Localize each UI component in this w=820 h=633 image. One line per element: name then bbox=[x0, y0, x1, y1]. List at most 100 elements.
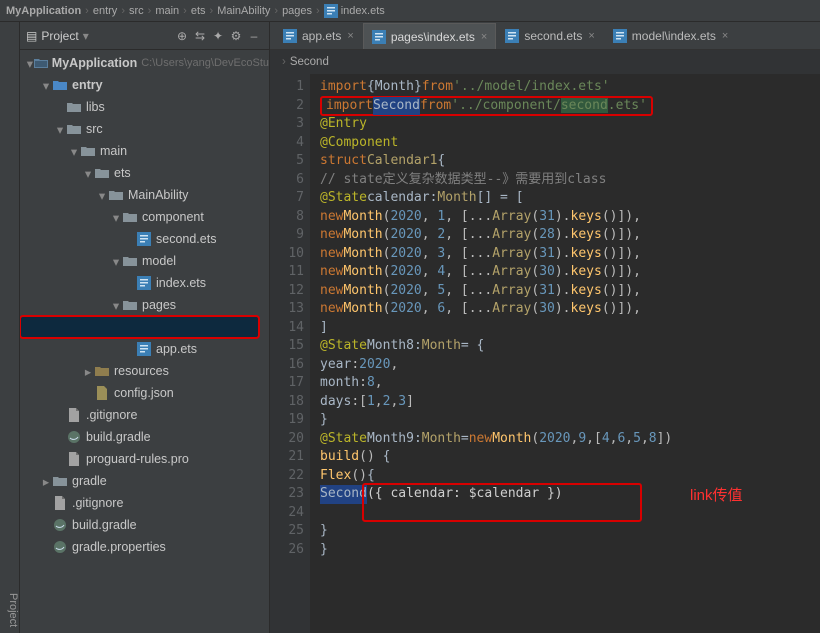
tree-item[interactable]: ▾model bbox=[20, 250, 269, 272]
code-line[interactable]: // state定义复杂数据类型--》需要用到class bbox=[320, 171, 820, 190]
code-line[interactable]: } bbox=[320, 522, 820, 541]
code-line[interactable]: } bbox=[320, 411, 820, 430]
code-line[interactable]: new Month(2020, 6, [...Array(30).keys()]… bbox=[320, 300, 820, 319]
editor-tab[interactable]: pages\index.ets× bbox=[363, 23, 497, 49]
tree-arrow-icon[interactable]: ▾ bbox=[110, 210, 122, 225]
code-line[interactable]: import Second from '../component/second.… bbox=[320, 97, 820, 116]
code-line[interactable]: } bbox=[320, 541, 820, 560]
project-tree[interactable]: ▾MyApplicationC:\Users\yang\DevEcoStu▾en… bbox=[20, 50, 269, 633]
tree-arrow-icon[interactable]: ▸ bbox=[40, 474, 52, 489]
ets-file-icon bbox=[613, 29, 627, 43]
tree-item[interactable]: ▾entry bbox=[20, 74, 269, 96]
code-line[interactable]: month:8, bbox=[320, 374, 820, 393]
breadcrumb-file[interactable]: index.ets bbox=[341, 5, 385, 17]
code-line[interactable]: @State Month9:Month = new Month(2020,9,[… bbox=[320, 430, 820, 449]
code-line[interactable]: days:[1,2,3] bbox=[320, 393, 820, 412]
tree-item[interactable]: ▸resources bbox=[20, 360, 269, 382]
tree-item[interactable]: ▸ gradle bbox=[20, 470, 269, 492]
folder-icon bbox=[122, 255, 138, 267]
tree-arrow-icon[interactable]: ▾ bbox=[54, 122, 66, 137]
show-options-button[interactable]: ✦ bbox=[209, 27, 227, 45]
ets-icon bbox=[136, 276, 152, 290]
hide-button[interactable]: – bbox=[245, 27, 263, 45]
code-content[interactable]: import {Month} from '../model/index.ets'… bbox=[310, 74, 820, 633]
project-icon bbox=[34, 57, 48, 69]
module-icon bbox=[52, 79, 68, 91]
breadcrumb-segment[interactable]: MainAbility bbox=[217, 5, 270, 17]
tree-item[interactable]: build.gradle bbox=[20, 514, 269, 536]
tree-item[interactable]: proguard-rules.pro bbox=[20, 448, 269, 470]
res-icon bbox=[94, 365, 110, 377]
tree-item[interactable]: gradle.properties bbox=[20, 536, 269, 558]
editor-tab[interactable]: second.ets× bbox=[496, 23, 603, 49]
code-line[interactable]: @State Month8:Month = { bbox=[320, 337, 820, 356]
line-number: 9 bbox=[270, 226, 304, 245]
tree-arrow-icon[interactable]: ▾ bbox=[110, 298, 122, 313]
ets-file-icon bbox=[283, 29, 297, 43]
editor-tab[interactable]: model\index.ets× bbox=[604, 23, 737, 49]
code-line[interactable]: new Month(2020, 3, [...Array(31).keys()]… bbox=[320, 245, 820, 264]
line-number: 13 bbox=[270, 300, 304, 319]
tree-item[interactable]: second.ets bbox=[20, 228, 269, 250]
code-line[interactable]: import {Month} from '../model/index.ets' bbox=[320, 78, 820, 97]
tree-arrow-icon[interactable]: ▾ bbox=[68, 144, 80, 159]
code-line[interactable]: @Entry bbox=[320, 115, 820, 134]
code-line[interactable]: @Component bbox=[320, 134, 820, 153]
breadcrumb-segment[interactable]: pages bbox=[282, 5, 312, 17]
tree-item[interactable] bbox=[20, 316, 259, 338]
tree-item[interactable]: ▾main bbox=[20, 140, 269, 162]
tree-item[interactable]: config.json bbox=[20, 382, 269, 404]
tree-item[interactable]: ▾MyApplicationC:\Users\yang\DevEcoStu bbox=[20, 52, 269, 74]
tree-arrow-icon[interactable]: ▾ bbox=[26, 56, 34, 71]
close-icon[interactable]: × bbox=[588, 30, 594, 42]
tree-arrow-icon[interactable]: ▸ bbox=[82, 364, 94, 379]
tree-item[interactable]: .gitignore bbox=[20, 492, 269, 514]
tree-item[interactable]: ▾ pages bbox=[20, 294, 269, 316]
breadcrumb-segment[interactable]: entry bbox=[93, 5, 117, 17]
ets-icon bbox=[136, 342, 152, 356]
tree-item[interactable]: ▾ets bbox=[20, 162, 269, 184]
expand-all-button[interactable]: ⇆ bbox=[191, 27, 209, 45]
tree-item[interactable]: ▾ src bbox=[20, 118, 269, 140]
tool-window-left-gutter[interactable]: Project bbox=[0, 22, 20, 633]
ets-file-icon bbox=[372, 30, 386, 44]
editor-breadcrumb[interactable]: ›Second bbox=[270, 50, 820, 74]
breadcrumb-segment[interactable]: main bbox=[155, 5, 179, 17]
tree-item-label: pages bbox=[142, 298, 176, 312]
code-line[interactable]: new Month(2020, 4, [...Array(30).keys()]… bbox=[320, 263, 820, 282]
code-line[interactable]: @State calendar: Month[] = [ bbox=[320, 189, 820, 208]
breadcrumb-segment[interactable]: src bbox=[129, 5, 144, 17]
tree-item[interactable]: build.gradle bbox=[20, 426, 269, 448]
code-line[interactable]: struct Calendar1 { bbox=[320, 152, 820, 171]
editor-tab[interactable]: app.ets× bbox=[274, 23, 363, 49]
tree-item[interactable]: .gitignore bbox=[20, 404, 269, 426]
code-line[interactable]: new Month(2020, 1, [...Array(31).keys()]… bbox=[320, 208, 820, 227]
tree-item[interactable]: ▾component bbox=[20, 206, 269, 228]
close-icon[interactable]: × bbox=[481, 31, 487, 43]
tree-item[interactable]: libs bbox=[20, 96, 269, 118]
tree-arrow-icon[interactable]: ▾ bbox=[110, 254, 122, 269]
tree-item[interactable]: index.ets bbox=[20, 272, 269, 294]
line-number: 16 bbox=[270, 356, 304, 375]
code-line[interactable]: build() { bbox=[320, 448, 820, 467]
code-line[interactable]: new Month(2020, 5, [...Array(31).keys()]… bbox=[320, 282, 820, 301]
tree-item-label: src bbox=[86, 122, 103, 136]
tree-item[interactable]: ▾MainAbility bbox=[20, 184, 269, 206]
gear-icon[interactable]: ⚙ bbox=[227, 27, 245, 45]
tree-item-label: gradle bbox=[72, 474, 107, 488]
breadcrumb-segment[interactable]: MyApplication bbox=[6, 5, 81, 17]
tree-arrow-icon[interactable]: ▾ bbox=[82, 166, 94, 181]
code-line[interactable]: year:2020, bbox=[320, 356, 820, 375]
breadcrumb-segment[interactable]: ets bbox=[191, 5, 206, 17]
tree-item-label: gradle.properties bbox=[72, 540, 166, 554]
select-opened-file-button[interactable]: ⊕ bbox=[173, 27, 191, 45]
close-icon[interactable]: × bbox=[347, 30, 353, 42]
line-number: 5 bbox=[270, 152, 304, 171]
tree-arrow-icon[interactable]: ▾ bbox=[40, 78, 52, 93]
code-line[interactable]: ] bbox=[320, 319, 820, 338]
code-editor[interactable]: 1234567891011121314151617181920212223242… bbox=[270, 74, 820, 633]
close-icon[interactable]: × bbox=[722, 30, 728, 42]
tree-arrow-icon[interactable]: ▾ bbox=[96, 188, 108, 203]
tree-item[interactable]: app.ets bbox=[20, 338, 269, 360]
code-line[interactable]: new Month(2020, 2, [...Array(28).keys()]… bbox=[320, 226, 820, 245]
